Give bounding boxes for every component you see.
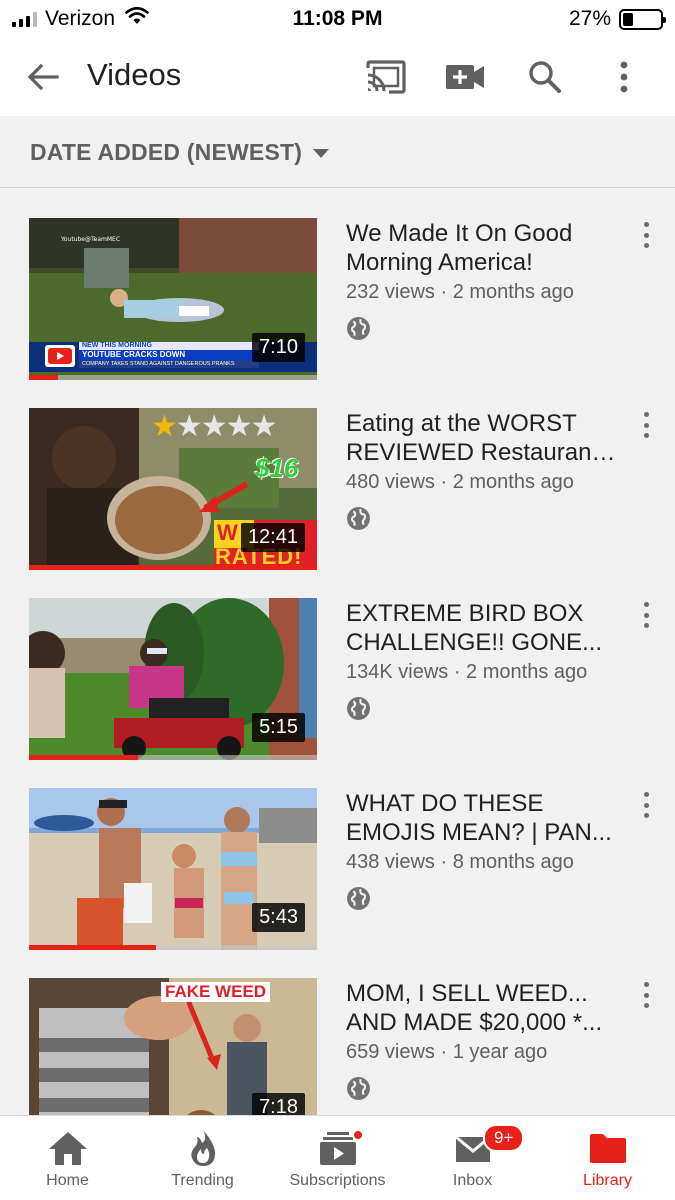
nav-item-inbox[interactable]: 9+ Inbox xyxy=(405,1116,540,1200)
video-thumbnail[interactable]: 5:15 xyxy=(29,598,317,760)
star-rating: ★★★★★ xyxy=(151,410,278,443)
nav-item-subscriptions[interactable]: Subscriptions xyxy=(270,1116,405,1200)
video-title-line: Morning America! xyxy=(346,249,533,276)
video-meta: 659 views · 1 year ago xyxy=(346,1041,548,1063)
nav-label: Home xyxy=(46,1172,89,1189)
video-title[interactable]: EXTREME BIRD BOX CHALLENGE!! GONE... xyxy=(346,599,616,657)
video-thumbnail[interactable]: ★★★★★ $16 W RATED! 12:41 xyxy=(29,408,317,570)
bottom-navigation: Home Trending Subscriptions 9+ Inbox Lib… xyxy=(0,1115,675,1200)
thumbnail-overlay-subtitle: COMPANY TAKES STAND AGAINST DANGEROUS PR… xyxy=(82,361,235,367)
public-globe-icon xyxy=(346,696,371,721)
video-list-item[interactable]: ★★★★★ $16 W RATED! 12:41 Eating at the W… xyxy=(0,379,675,570)
video-title[interactable]: Eating at the WORST REVIEWED Restaurant.… xyxy=(346,409,616,467)
video-thumbnail[interactable]: 5:43 xyxy=(29,788,317,950)
video-title-line: AND MADE $20,000 *... xyxy=(346,1009,603,1036)
video-title[interactable]: MOM, I SELL WEED... AND MADE $20,000 *..… xyxy=(346,979,616,1037)
nav-item-library[interactable]: Library xyxy=(540,1116,675,1200)
new-content-dot xyxy=(352,1129,364,1141)
video-more-options-icon[interactable] xyxy=(634,410,658,440)
video-camera-add-icon[interactable] xyxy=(441,53,489,101)
thumbnail-label: FAKE WEED xyxy=(161,982,271,1002)
thumbnail-banner-top: W xyxy=(217,520,238,545)
video-duration: 5:15 xyxy=(252,713,305,742)
video-list-item[interactable]: Youtube@TeamMEC NEW THIS MORNING YOUTUBE… xyxy=(0,189,675,380)
sort-label: DATE ADDED (NEWEST) xyxy=(30,139,303,165)
battery-percent: 27% xyxy=(568,7,611,30)
video-meta: 480 views · 2 months ago xyxy=(346,471,574,493)
nav-label: Inbox xyxy=(452,1172,493,1189)
video-duration: 7:10 xyxy=(252,333,305,362)
video-title-line: We Made It On Good xyxy=(346,220,573,247)
video-title-line: CHALLENGE!! GONE... xyxy=(346,629,603,656)
video-duration: 12:41 xyxy=(240,523,305,552)
video-list-item[interactable]: 5:43 WHAT DO THESE EMOJIS MEAN? | PAN...… xyxy=(0,759,675,950)
video-title[interactable]: WHAT DO THESE EMOJIS MEAN? | PAN... xyxy=(346,789,616,847)
public-globe-icon xyxy=(346,886,371,911)
star-empty-icon: ★★★★ xyxy=(175,410,278,443)
video-thumbnail[interactable]: Youtube@TeamMEC NEW THIS MORNING YOUTUBE… xyxy=(29,218,317,380)
nav-label: Subscriptions xyxy=(289,1172,386,1189)
home-icon xyxy=(46,1130,90,1166)
nav-label: Library xyxy=(583,1172,632,1189)
battery-level-fill xyxy=(623,12,633,26)
nav-label: Trending xyxy=(171,1172,234,1189)
video-title-line: Eating at the WORST xyxy=(346,410,577,437)
video-duration: 7:18 xyxy=(252,1093,305,1115)
thumbnail-overlay-headline: YOUTUBE CRACKS DOWN xyxy=(82,350,186,359)
public-globe-icon xyxy=(346,316,371,341)
cast-icon[interactable] xyxy=(362,53,410,101)
video-meta: 438 views · 8 months ago xyxy=(346,851,574,873)
video-title-line: WHAT DO THESE xyxy=(346,790,544,817)
back-arrow-icon[interactable] xyxy=(20,54,66,100)
video-title-line: MOM, I SELL WEED... xyxy=(346,980,588,1007)
app-bar: Videos xyxy=(0,38,675,116)
video-title-line: EMOJIS MEAN? | PAN... xyxy=(346,819,612,846)
search-icon[interactable] xyxy=(521,53,569,101)
public-globe-icon xyxy=(346,506,371,531)
star-filled-icon: ★ xyxy=(151,410,178,443)
nav-item-trending[interactable]: Trending xyxy=(135,1116,270,1200)
nav-item-home[interactable]: Home xyxy=(0,1116,135,1200)
video-list-item[interactable]: 5:15 EXTREME BIRD BOX CHALLENGE!! GONE..… xyxy=(0,569,675,760)
battery-icon xyxy=(619,8,666,30)
video-more-options-icon[interactable] xyxy=(634,980,658,1010)
video-meta: 134K views · 2 months ago xyxy=(346,661,588,683)
video-list: Youtube@TeamMEC NEW THIS MORNING YOUTUBE… xyxy=(0,189,675,1115)
thumbnail-price-text: $16 xyxy=(255,453,299,483)
page-title: Videos xyxy=(87,57,182,92)
video-title-line: REVIEWED Restaurant... xyxy=(346,439,616,466)
flame-icon xyxy=(181,1130,225,1166)
library-folder-icon xyxy=(586,1130,630,1166)
public-globe-icon xyxy=(346,1076,371,1101)
status-bar: Verizon 11:08 PM 27% xyxy=(0,0,675,38)
video-more-options-icon[interactable] xyxy=(634,790,658,820)
caret-down-icon xyxy=(313,149,329,158)
video-title-line: EXTREME BIRD BOX xyxy=(346,600,584,627)
video-more-options-icon[interactable] xyxy=(634,600,658,630)
sort-dropdown[interactable]: DATE ADDED (NEWEST) xyxy=(0,116,675,188)
inbox-badge: 9+ xyxy=(483,1124,525,1152)
video-meta: 232 views · 2 months ago xyxy=(346,281,574,303)
thumbnail-overlay-top: NEW THIS MORNING xyxy=(82,342,152,349)
video-title[interactable]: We Made It On Good Morning America! xyxy=(346,219,616,277)
thumbnail-watermark: Youtube@TeamMEC xyxy=(61,236,121,243)
more-vert-icon[interactable] xyxy=(600,53,648,101)
video-duration: 5:43 xyxy=(252,903,305,932)
video-thumbnail[interactable]: FAKE WEED 7:18 xyxy=(29,978,317,1115)
video-list-item[interactable]: FAKE WEED 7:18 MOM, I SELL WEED... AND M… xyxy=(0,949,675,1115)
video-more-options-icon[interactable] xyxy=(634,220,658,250)
